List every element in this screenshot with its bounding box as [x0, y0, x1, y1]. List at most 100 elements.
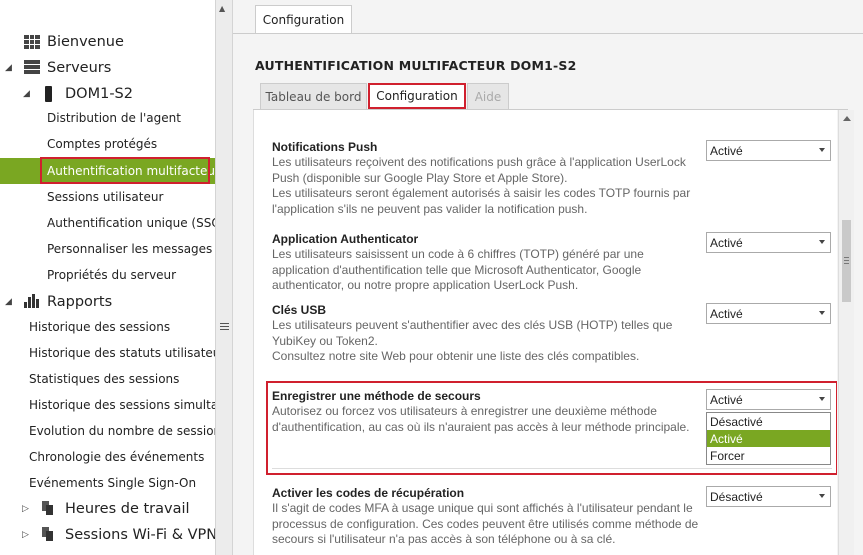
tree-item-evolution-sessions[interactable]: Evolution du nombre de sessions [0, 418, 215, 444]
tree-item-authentification-multifacteur[interactable]: Authentification multifacteur [0, 158, 215, 184]
tree-item-label: Bienvenue [47, 34, 124, 50]
dropdown-option-desactive[interactable]: Désactivé [707, 413, 830, 430]
codes-recuperation-select[interactable]: Désactivé [706, 486, 831, 507]
application-authenticator-select[interactable]: Activé [706, 232, 831, 253]
tree-item-label: Comptes protégés [47, 137, 158, 151]
tree-item-historique-sessions[interactable]: Historique des sessions [0, 314, 215, 340]
select-value: Activé [710, 235, 743, 250]
select-value: Activé [710, 143, 743, 158]
tree-item-sessions-simultanees[interactable]: Historique des sessions simultan... [0, 392, 215, 418]
chevron-down-icon [819, 397, 825, 401]
tree-item-distribution-agent[interactable]: Distribution de l'agent [0, 105, 215, 131]
vertical-scrollbar[interactable] [838, 110, 854, 555]
dropdown-option-active[interactable]: Activé [707, 430, 830, 447]
tree-item-historique-statuts[interactable]: Historique des statuts utilisateur [0, 340, 215, 366]
tree-item-label: Evolution du nombre de sessions [29, 424, 215, 438]
tree-item-sessions-utilisateur[interactable]: Sessions utilisateur [0, 184, 215, 210]
tree-item-label: Statistiques des sessions [29, 372, 180, 386]
tree-item-proprietes-serveur[interactable]: Propriétés du serveur [0, 262, 215, 288]
tree-item-label: Serveurs [47, 60, 112, 76]
tree-item-label: Evénements Single Sign-On [29, 476, 197, 490]
tree-item-chronologie-evenements[interactable]: Chronologie des événements [0, 444, 215, 470]
expand-arrow-icon[interactable]: ◢ [5, 63, 12, 73]
setting-cles-usb: Clés USB Les utilisateurs peuvent s'auth… [272, 303, 712, 365]
tree-item-label: Rapports [47, 294, 113, 310]
scroll-up-arrow-icon[interactable] [843, 116, 851, 121]
tree-item-bienvenue[interactable]: Bienvenue [0, 29, 215, 55]
setting-title: Application Authenticator [272, 232, 419, 246]
grid-icon [24, 35, 40, 49]
servers-icon [24, 60, 40, 75]
setting-description: Les utilisateurs reçoivent des notificat… [272, 155, 691, 216]
setting-title: Activer les codes de récupération [272, 486, 465, 500]
expand-arrow-icon[interactable]: ◢ [23, 89, 30, 99]
setting-methode-secours: Enregistrer une méthode de secours Autor… [272, 389, 712, 435]
tree-item-label: Authentification multifacteur [47, 164, 215, 178]
setting-title: Clés USB [272, 303, 327, 317]
scroll-up-arrow-icon[interactable]: ▲ [219, 4, 225, 13]
setting-codes-recuperation: Activer les codes de récupération Il s'a… [272, 486, 712, 548]
documents-icon [42, 501, 54, 515]
setting-description: Autorisez ou forcez vos utilisateurs à e… [272, 404, 690, 434]
tab-divider [233, 33, 863, 34]
tree-item-dom1-s2[interactable]: ◢ DOM1-S2 [0, 81, 215, 107]
navigation-tree: Bienvenue ◢ Serveurs ◢ DOM1-S2 Distribut… [0, 0, 215, 555]
tab-aide[interactable]: Aide [467, 83, 509, 109]
settings-panel: Notifications Push Les utilisateurs reço… [253, 110, 837, 555]
setting-title: Notifications Push [272, 140, 378, 154]
dropdown-option-forcer[interactable]: Forcer [707, 447, 830, 464]
panel-splitter[interactable]: ▲ [215, 0, 233, 555]
splitter-grip-icon[interactable] [220, 323, 229, 330]
tab-configuration[interactable]: Configuration [368, 83, 466, 109]
notifications-push-select[interactable]: Activé [706, 140, 831, 161]
tree-item-label: Sessions utilisateur [47, 190, 164, 204]
setting-application-authenticator: Application Authenticator Les utilisateu… [272, 232, 712, 294]
tab-tableau-de-bord[interactable]: Tableau de bord [260, 83, 367, 109]
tree-item-label: Distribution de l'agent [47, 111, 181, 125]
tree-item-label: Personnaliser les messages [47, 242, 213, 256]
setting-description: Les utilisateurs peuvent s'authentifier … [272, 318, 673, 363]
tree-item-serveurs[interactable]: ◢ Serveurs [0, 55, 215, 81]
tree-item-label: Authentification unique (SSO) [47, 216, 215, 230]
setting-notifications-push: Notifications Push Les utilisateurs reço… [272, 140, 712, 217]
setting-description: Les utilisateurs saisissent un code à 6 … [272, 247, 644, 292]
tree-item-label: Heures de travail [65, 501, 190, 517]
tree-item-comptes-proteges[interactable]: Comptes protégés [0, 131, 215, 157]
select-value: Activé [710, 306, 743, 321]
select-value: Désactivé [710, 489, 763, 504]
setting-description: Il s'agit de codes MFA à usage unique qu… [272, 501, 699, 546]
tree-item-evenements-sso[interactable]: Evénements Single Sign-On [0, 470, 215, 496]
tree-item-label: Propriétés du serveur [47, 268, 177, 282]
documents-icon [42, 527, 54, 541]
methode-secours-select[interactable]: Activé [706, 389, 831, 410]
tree-item-personnaliser-messages[interactable]: Personnaliser les messages [0, 236, 215, 262]
tree-item-label: Chronologie des événements [29, 450, 205, 464]
cles-usb-select[interactable]: Activé [706, 303, 831, 324]
tree-item-label: Historique des sessions simultan... [29, 398, 215, 412]
tree-item-label: DOM1-S2 [65, 86, 133, 102]
tree-item-statistiques-sessions[interactable]: Statistiques des sessions [0, 366, 215, 392]
tree-item-sso[interactable]: Authentification unique (SSO) [0, 210, 215, 236]
expand-arrow-icon[interactable]: ◢ [5, 297, 12, 307]
tab-configuration-top[interactable]: Configuration [255, 5, 352, 33]
tree-item-label: Historique des sessions [29, 320, 171, 334]
divider [272, 468, 832, 469]
tree-item-label: Historique des statuts utilisateur [29, 346, 215, 360]
tree-item-rapports[interactable]: ◢ Rapports [0, 289, 215, 315]
bar-chart-icon [24, 294, 40, 308]
select-value: Activé [710, 392, 743, 407]
scrollbar-thumb[interactable] [842, 220, 851, 302]
main-area: Configuration AUTHENTIFICATION MULTIFACT… [233, 0, 863, 555]
chevron-down-icon [819, 240, 825, 244]
collapse-arrow-icon[interactable]: ▷ [22, 504, 29, 514]
setting-title: Enregistrer une méthode de secours [272, 389, 481, 403]
chevron-down-icon [819, 494, 825, 498]
tree-item-label: Sessions Wi-Fi & VPN [65, 527, 215, 543]
tree-item-heures-travail[interactable]: ▷ Heures de travail [0, 496, 215, 522]
tree-item-sessions-wifi-vpn[interactable]: ▷ Sessions Wi-Fi & VPN [0, 522, 215, 548]
collapse-arrow-icon[interactable]: ▷ [22, 530, 29, 540]
chevron-down-icon [819, 148, 825, 152]
methode-secours-dropdown: Désactivé Activé Forcer [706, 412, 831, 465]
page-title: AUTHENTIFICATION MULTIFACTEUR DOM1-S2 [255, 58, 577, 73]
chevron-down-icon [819, 311, 825, 315]
